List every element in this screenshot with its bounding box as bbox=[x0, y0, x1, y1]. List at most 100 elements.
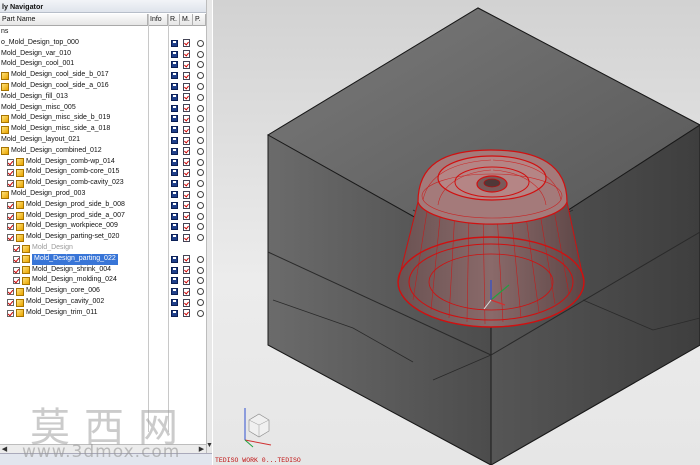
tree-row[interactable]: Mold_Design_shrink_004 bbox=[0, 265, 206, 276]
part-icon bbox=[1, 71, 9, 80]
tree-row[interactable]: Mold_Design_trim_011 bbox=[0, 308, 206, 319]
save-disk-icon bbox=[171, 169, 178, 177]
column-m[interactable]: M. bbox=[180, 14, 193, 26]
radio-icon[interactable] bbox=[197, 201, 204, 209]
part-icon bbox=[16, 158, 24, 167]
visibility-checkbox-icon[interactable] bbox=[7, 223, 14, 231]
tree-row[interactable]: Mold_Design_cool_side_b_017 bbox=[0, 70, 206, 81]
part-icon bbox=[16, 168, 24, 177]
radio-icon[interactable] bbox=[197, 115, 204, 123]
tree-row[interactable]: Mold_Design_core_006 bbox=[0, 286, 206, 297]
radio-icon[interactable] bbox=[197, 147, 204, 155]
visibility-checkbox-icon[interactable] bbox=[7, 234, 14, 242]
radio-icon[interactable] bbox=[197, 39, 204, 47]
part-icon bbox=[1, 82, 9, 91]
tree-row[interactable]: Mold_Design_misc_side_b_019 bbox=[0, 113, 206, 124]
tree-row[interactable]: Mold_Design_comb-wp_014 bbox=[0, 157, 206, 168]
tree-row-label: Mold_Design_var_010 bbox=[1, 49, 72, 57]
save-disk-icon bbox=[171, 299, 178, 306]
save-disk-icon bbox=[171, 223, 178, 231]
tree-row[interactable]: Mold_Design_cavity_002 bbox=[0, 297, 206, 308]
visibility-checkbox-icon[interactable] bbox=[7, 201, 14, 209]
visibility-checkbox-icon[interactable] bbox=[7, 309, 14, 317]
radio-icon[interactable] bbox=[197, 72, 204, 80]
radio-icon[interactable] bbox=[197, 169, 204, 177]
visibility-checkbox-icon[interactable] bbox=[7, 169, 14, 177]
graphics-viewport[interactable]: TEDISO WORK 0...TEDISO bbox=[213, 0, 700, 465]
part-icon bbox=[22, 244, 30, 253]
tree-row[interactable]: Mold_Design_cool_001 bbox=[0, 59, 206, 70]
visibility-checkbox-icon[interactable] bbox=[13, 255, 20, 263]
tree-row[interactable]: Mold_Design_prod_003 bbox=[0, 189, 206, 200]
tree-row-label: Mold_Design_comb-wp_014 bbox=[26, 157, 115, 165]
tree-row[interactable]: Mold_Design_molding_024 bbox=[0, 275, 206, 286]
tree-row[interactable]: Mold_Design_var_010 bbox=[0, 49, 206, 60]
radio-icon[interactable] bbox=[197, 158, 204, 166]
tree-row-label: Mold_Design_prod_003 bbox=[11, 190, 86, 197]
radio-icon[interactable] bbox=[197, 299, 204, 306]
page-icon bbox=[183, 190, 190, 199]
assembly-navigator: ly Navigator Part Name Info R. M. P. ns o… bbox=[0, 0, 213, 465]
tree-row[interactable]: Mold_Design bbox=[0, 243, 206, 254]
radio-icon[interactable] bbox=[197, 309, 204, 317]
part-icon bbox=[1, 114, 9, 123]
radio-icon[interactable] bbox=[197, 266, 204, 274]
tree-row[interactable]: Mold_Design_misc_005 bbox=[0, 103, 206, 114]
radio-icon[interactable] bbox=[197, 83, 204, 90]
tree-row[interactable]: o_Mold_Design_top_000 bbox=[0, 38, 206, 49]
tree-row-label: ns bbox=[1, 28, 9, 35]
save-disk-icon bbox=[171, 137, 178, 144]
radio-icon[interactable] bbox=[197, 288, 204, 296]
visibility-checkbox-icon[interactable] bbox=[13, 266, 20, 274]
visibility-checkbox-icon[interactable] bbox=[7, 158, 14, 166]
column-info[interactable]: Info bbox=[148, 14, 168, 26]
radio-icon[interactable] bbox=[197, 93, 204, 101]
tree-row[interactable]: Mold_Design_cool_side_a_016 bbox=[0, 81, 206, 92]
visibility-checkbox-icon[interactable] bbox=[13, 245, 20, 252]
radio-icon[interactable] bbox=[197, 277, 204, 285]
radio-icon[interactable] bbox=[197, 212, 204, 220]
radio-icon[interactable] bbox=[197, 104, 204, 112]
radio-icon[interactable] bbox=[197, 180, 204, 188]
radio-icon[interactable] bbox=[197, 223, 204, 231]
visibility-checkbox-icon[interactable] bbox=[7, 180, 14, 188]
column-part-name[interactable]: Part Name bbox=[0, 14, 148, 26]
radio-icon[interactable] bbox=[197, 234, 204, 242]
tree-row[interactable]: Mold_Design_comb-core_015 bbox=[0, 167, 206, 178]
tree-row[interactable]: Mold_Design_prod_side_a_007 bbox=[0, 211, 206, 222]
tree-row[interactable]: Mold_Design_fill_013 bbox=[0, 92, 206, 103]
tree-row-label: Mold_Design_comb-cavity_023 bbox=[26, 179, 124, 187]
tree-row[interactable]: Mold_Design_misc_side_a_018 bbox=[0, 124, 206, 135]
tree-row[interactable]: Mold_Design_layout_021 bbox=[0, 135, 206, 146]
save-disk-icon bbox=[171, 201, 178, 209]
part-icon bbox=[22, 266, 30, 275]
radio-icon[interactable] bbox=[197, 137, 204, 144]
tree-row[interactable]: Mold_Design_parting_022 bbox=[0, 253, 206, 265]
column-p[interactable]: P. bbox=[193, 14, 206, 26]
visibility-checkbox-icon[interactable] bbox=[7, 299, 14, 306]
tree-row[interactable]: Mold_Design_workpiece_009 bbox=[0, 221, 206, 232]
view-triad-icon[interactable] bbox=[244, 408, 272, 448]
parting-part[interactable] bbox=[397, 149, 585, 328]
visibility-checkbox-icon[interactable] bbox=[13, 277, 20, 285]
tree-row[interactable]: ns bbox=[0, 27, 206, 38]
save-disk-icon bbox=[171, 61, 178, 69]
tree-row[interactable]: Mold_Design_comb-cavity_023 bbox=[0, 178, 206, 189]
save-disk-icon bbox=[171, 104, 178, 112]
visibility-checkbox-icon[interactable] bbox=[7, 288, 14, 296]
visibility-checkbox-icon[interactable] bbox=[7, 212, 14, 220]
horizontal-scrollbar[interactable]: ◀ ▶ bbox=[0, 444, 206, 453]
save-disk-icon bbox=[171, 83, 178, 90]
page-icon bbox=[183, 114, 190, 123]
radio-icon[interactable] bbox=[197, 191, 204, 198]
radio-icon[interactable] bbox=[197, 61, 204, 69]
column-r[interactable]: R. bbox=[168, 14, 180, 26]
radio-icon[interactable] bbox=[197, 50, 204, 58]
mold-model-render[interactable] bbox=[213, 0, 700, 465]
vertical-scrollbar[interactable]: ▼ bbox=[206, 0, 213, 465]
tree-row[interactable]: Mold_Design_combined_012 bbox=[0, 146, 206, 157]
radio-icon[interactable] bbox=[197, 126, 204, 134]
tree-row[interactable]: Mold_Design_parting-set_020 bbox=[0, 232, 206, 243]
radio-icon[interactable] bbox=[197, 255, 204, 263]
tree-row[interactable]: Mold_Design_prod_side_b_008 bbox=[0, 200, 206, 211]
